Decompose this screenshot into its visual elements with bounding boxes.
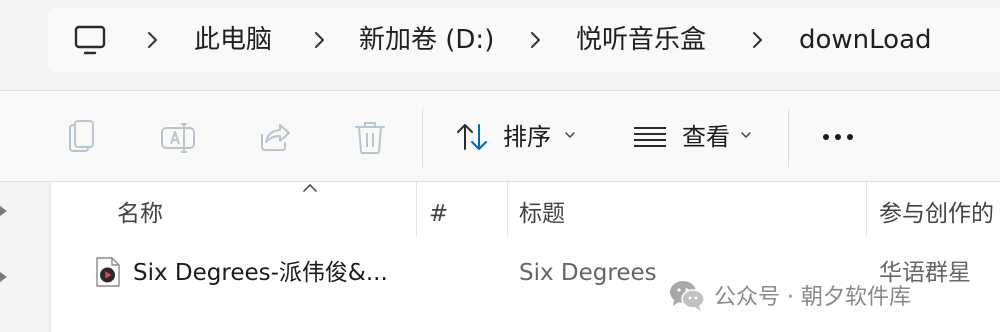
- column-header-contributing-artists[interactable]: 参与创作的: [879, 196, 994, 232]
- chevron-right-icon[interactable]: [140, 28, 164, 52]
- address-bar[interactable]: 此电脑 新加卷 (D:) 悦听音乐盒 downLoad: [48, 8, 1000, 72]
- rename-icon: [161, 123, 195, 153]
- delete-icon: [355, 122, 385, 154]
- sort-label: 排序: [503, 123, 551, 151]
- breadcrumb-music-box[interactable]: 悦听音乐盒: [576, 8, 706, 72]
- toolbar-divider: [422, 109, 423, 167]
- breadcrumb-drive-d[interactable]: 新加卷 (D:): [359, 8, 494, 72]
- share-button[interactable]: [252, 115, 296, 159]
- column-divider[interactable]: [416, 182, 417, 236]
- breadcrumb-this-pc[interactable]: 此电脑: [194, 8, 272, 72]
- share-icon: [261, 124, 290, 151]
- chevron-right-icon[interactable]: [523, 28, 547, 52]
- chevron-right-icon[interactable]: [745, 28, 769, 52]
- chevron-right-icon[interactable]: [307, 28, 331, 52]
- column-divider[interactable]: [507, 182, 508, 236]
- delete-button[interactable]: [348, 115, 392, 159]
- column-divider[interactable]: [866, 182, 867, 236]
- navigation-pane[interactable]: [0, 182, 48, 332]
- column-header-number[interactable]: #: [429, 196, 448, 232]
- expand-arrow-icon[interactable]: [0, 204, 10, 218]
- watermark-text: 公众号 · 朝夕软件库: [714, 285, 911, 310]
- view-icon: [634, 127, 666, 147]
- chevron-down-icon: [565, 132, 575, 138]
- column-header-name[interactable]: 名称: [117, 196, 163, 232]
- breadcrumb-download[interactable]: downLoad: [799, 8, 932, 72]
- column-header-title[interactable]: 标题: [519, 196, 565, 232]
- rename-button[interactable]: [156, 115, 200, 159]
- more-icon[interactable]: [816, 117, 864, 157]
- copy-button[interactable]: [60, 115, 104, 159]
- wechat-icon: [670, 281, 705, 311]
- copy-icon: [69, 120, 94, 152]
- view-label: 查看: [682, 123, 730, 151]
- command-bar: 排序 查看: [0, 90, 1000, 182]
- toolbar-divider: [788, 109, 789, 167]
- audio-file-icon: [96, 257, 120, 287]
- computer-icon[interactable]: [72, 22, 108, 58]
- sort-icon: [457, 124, 487, 150]
- chevron-down-icon: [741, 132, 751, 138]
- sort-ascending-caret-icon: [303, 184, 317, 192]
- expand-arrow-icon[interactable]: [0, 270, 10, 284]
- watermark: 公众号 · 朝夕软件库: [668, 275, 911, 315]
- file-name: Six Degrees-派伟俊&...: [133, 260, 388, 286]
